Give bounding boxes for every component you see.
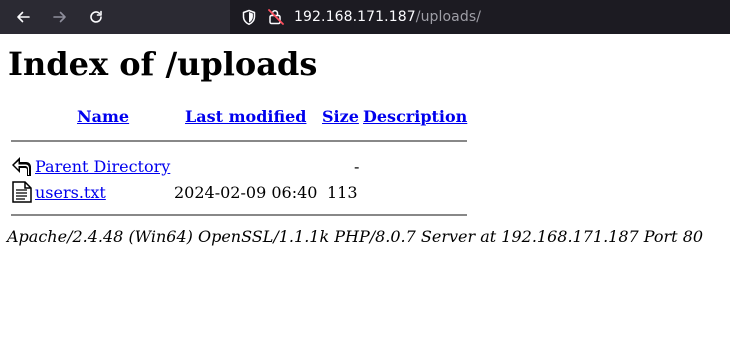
sort-by-description-link[interactable]: Description [363,107,467,127]
insecure-lock-icon[interactable] [267,8,285,26]
file-link-users-txt[interactable]: users.txt [35,183,106,203]
page-title: Index of /uploads [8,45,318,83]
footer-divider [11,214,467,216]
reload-icon [90,10,102,23]
back-arrow-icon [12,157,31,176]
file-size: 113 [327,183,358,202]
url-host: 192.168.171.187 [294,9,416,25]
server-signature: Apache/2.4.48 (Win64) OpenSSL/1.1.1k PHP… [7,227,704,246]
browser-toolbar: 192.168.171.187/uploads/ [0,0,730,34]
sort-by-last-modified-link[interactable]: Last modified [185,107,306,127]
tracking-protection-shield-icon[interactable] [241,9,257,26]
sort-by-name-link[interactable]: Name [77,107,129,127]
parent-directory-size: - [354,157,360,176]
header-divider [11,140,467,142]
reload-button[interactable] [85,6,107,28]
back-button[interactable] [12,6,34,28]
sort-by-size-link[interactable]: Size [322,107,359,127]
url-path: /uploads/ [415,9,482,25]
arrow-right-icon [53,11,66,23]
forward-button[interactable] [49,6,71,28]
url-text[interactable]: 192.168.171.187/uploads/ [294,8,481,26]
text-file-icon [12,181,32,203]
address-bar[interactable]: 192.168.171.187/uploads/ [230,0,730,34]
arrow-left-icon [17,11,30,23]
parent-directory-link[interactable]: Parent Directory [35,157,170,177]
file-last-modified: 2024-02-09 06:40 [174,183,318,202]
